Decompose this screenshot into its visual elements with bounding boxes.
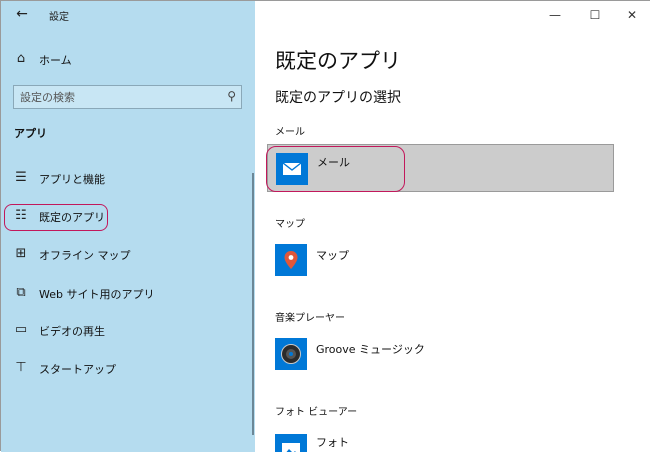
app-name: Groove ミュージック — [316, 343, 425, 356]
category-label-maps: マップ — [275, 219, 305, 230]
sidebar-scrollbar[interactable] — [252, 173, 254, 435]
sidebar-item-apps-for-websites[interactable]: ⧉ Web サイト用のアプリ — [1, 282, 255, 306]
sidebar-item-label: オフライン マップ — [39, 249, 131, 262]
default-app-photo-viewer[interactable]: フォト — [267, 426, 614, 452]
offline-maps-icon: ⊞ — [15, 246, 27, 261]
default-app-maps[interactable]: マップ — [267, 237, 614, 285]
maximize-icon[interactable]: ☐ — [584, 6, 606, 24]
window-title: 設定 — [49, 12, 69, 23]
sidebar: ← 設定 ⌂ ホーム ⚲ アプリ ☰ アプリと機能 ☷ 既定のアプリ ⊞ オフラ… — [1, 1, 255, 452]
category-label-music-player: 音楽プレーヤー — [275, 313, 345, 324]
search-input[interactable] — [20, 89, 210, 105]
sidebar-item-apps-features[interactable]: ☰ アプリと機能 — [1, 167, 255, 191]
sidebar-item-home[interactable]: ⌂ ホーム — [1, 48, 255, 72]
category-label-mail: メール — [275, 127, 305, 138]
app-name: フォト — [316, 436, 349, 449]
selection-ring — [266, 146, 405, 192]
page-subtitle: 既定のアプリの選択 — [275, 90, 401, 106]
video-icon: ▭ — [14, 322, 28, 337]
web-apps-icon: ⧉ — [16, 285, 26, 300]
sidebar-item-label: ホーム — [39, 54, 72, 67]
close-icon[interactable]: ✕ — [621, 6, 643, 24]
photos-icon — [275, 434, 307, 452]
startup-icon: ⊤ — [15, 360, 27, 375]
category-label-photo-viewer: フォト ビューアー — [275, 407, 358, 418]
sidebar-item-label: Web サイト用のアプリ — [39, 288, 155, 301]
app-name: マップ — [316, 249, 349, 262]
sidebar-item-label: ビデオの再生 — [39, 325, 105, 338]
sidebar-item-label: スタートアップ — [39, 363, 116, 376]
minimize-icon[interactable]: — — [544, 6, 566, 24]
list-icon: ☰ — [15, 170, 27, 185]
default-app-music-player[interactable]: Groove ミュージック — [267, 331, 614, 379]
search-icon[interactable]: ⚲ — [227, 89, 236, 103]
sidebar-item-startup[interactable]: ⊤ スタートアップ — [1, 357, 255, 381]
groove-music-icon — [275, 338, 307, 370]
highlight-ring — [4, 204, 108, 231]
home-icon: ⌂ — [16, 51, 26, 66]
page-title: 既定のアプリ — [275, 49, 401, 73]
main-content: — ☐ ✕ 既定のアプリ 既定のアプリの選択 メール メール マップ マップ 音… — [255, 1, 650, 452]
search-box[interactable]: ⚲ — [13, 85, 242, 109]
sidebar-item-label: アプリと機能 — [39, 173, 105, 186]
back-arrow-icon[interactable]: ← — [11, 5, 33, 23]
section-header-apps: アプリ — [14, 127, 47, 140]
sidebar-item-video-playback[interactable]: ▭ ビデオの再生 — [1, 319, 255, 343]
map-pin-icon — [275, 244, 307, 276]
sidebar-item-offline-maps[interactable]: ⊞ オフライン マップ — [1, 243, 255, 267]
